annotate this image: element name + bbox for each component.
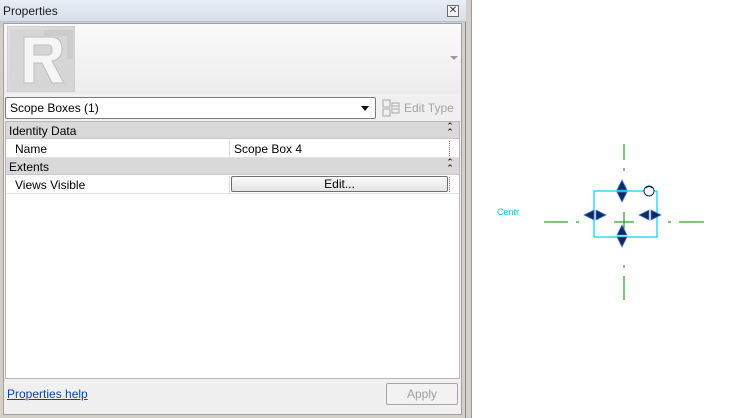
revit-logo-icon — [7, 26, 75, 92]
type-image-area — [4, 24, 461, 94]
rotate-grip-icon — [643, 185, 655, 197]
edit-type-icon — [382, 99, 400, 117]
collapse-icon[interactable]: ⌃ ⌃ — [445, 123, 455, 138]
properties-help-link[interactable]: Properties help — [7, 387, 88, 401]
edit-type-button[interactable]: Edit Type — [380, 97, 460, 119]
centre-label: Centr — [497, 207, 520, 217]
left-drag-grip-icon — [583, 209, 607, 221]
right-drag-grip-icon — [638, 209, 662, 221]
views-visible-edit-button[interactable]: Edit... — [231, 176, 448, 192]
edit-type-label: Edit Type — [404, 101, 454, 115]
palette-footer: Properties help Apply — [4, 380, 461, 414]
close-icon[interactable]: ✕ — [447, 5, 459, 17]
palette-title: Properties — [3, 4, 58, 18]
property-value: Scope Box 4 — [234, 142, 303, 156]
row-divider — [449, 141, 450, 156]
property-value-cell[interactable]: Scope Box 4 — [229, 140, 448, 157]
center-reference-lines — [544, 144, 704, 300]
group-identity-data[interactable]: Identity Data ⌃ ⌃ — [6, 122, 459, 139]
group-extents[interactable]: Extents ⌃ ⌃ — [6, 158, 459, 175]
palette-titlebar[interactable]: Properties ✕ — [0, 0, 466, 22]
dropdown-arrow-icon[interactable] — [356, 99, 373, 117]
drawing-canvas[interactable]: Centr — [472, 0, 737, 418]
property-row-name: Name Scope Box 4 — [6, 140, 459, 158]
property-value-cell: Edit... — [229, 176, 448, 193]
group-label: Extents — [9, 160, 50, 174]
type-selector-dropdown[interactable]: Scope Boxes (1) — [5, 97, 376, 119]
properties-palette: Properties ✕ Scope Boxes (1) Edit Type I… — [0, 0, 466, 418]
property-grid: Identity Data ⌃ ⌃ Name Scope Box 4 Extent… — [5, 121, 460, 379]
bottom-drag-grip-icon — [616, 224, 628, 248]
property-row-views-visible: Views Visible Edit... — [6, 176, 459, 194]
apply-button[interactable]: Apply — [386, 383, 458, 405]
property-name: Views Visible — [15, 178, 86, 192]
chevron-down-icon[interactable] — [450, 56, 458, 60]
collapse-icon[interactable]: ⌃ ⌃ — [445, 159, 455, 174]
palette-body: Scope Boxes (1) Edit Type Identity Data … — [3, 23, 462, 415]
row-divider — [449, 177, 450, 192]
type-selector-value: Scope Boxes (1) — [10, 101, 99, 115]
property-name: Name — [15, 142, 48, 156]
group-label: Identity Data — [9, 124, 77, 138]
